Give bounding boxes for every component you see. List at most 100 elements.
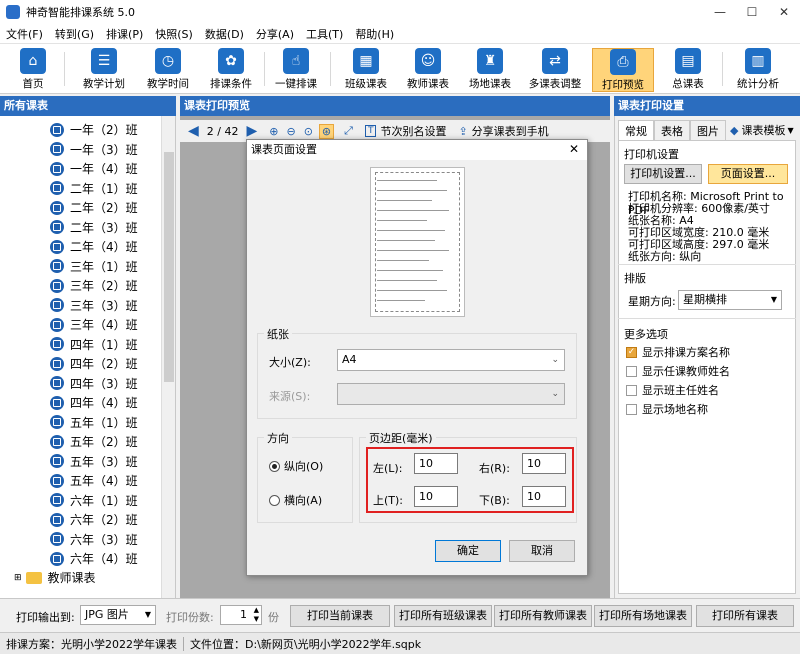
toolbar-home-button[interactable]: ⌂ 首页: [8, 48, 58, 92]
next-page-icon[interactable]: ▶: [246, 123, 257, 139]
tree-class-item[interactable]: 三年（1）班: [0, 257, 138, 276]
tree-class-item[interactable]: 六年（1）班: [0, 491, 138, 510]
toolbar-class-schedule-button[interactable]: ▦ 班级课表: [338, 48, 394, 92]
menu-tools[interactable]: 工具(T): [300, 26, 349, 42]
tree-class-item[interactable]: 四年（1）班: [0, 335, 138, 354]
menu-schedule[interactable]: 排课(P): [100, 26, 149, 42]
toolbar-plan-button[interactable]: ☰ 教学计划: [76, 48, 132, 92]
zoom-fit-icon[interactable]: ⊙: [304, 125, 313, 138]
checkbox-icon[interactable]: [626, 403, 637, 415]
portrait-label: 纵向(O): [284, 460, 324, 473]
copies-stepper[interactable]: 1 ▲ ▼: [220, 605, 262, 625]
tree-class-item[interactable]: 五年（4）班: [0, 471, 138, 490]
toolbar-print-preview-button[interactable]: ⎙ 打印预览: [592, 48, 654, 92]
checkbox-checked-icon[interactable]: ✓: [626, 346, 637, 358]
portrait-radio[interactable]: 纵向(O): [269, 458, 323, 474]
left-margin-input[interactable]: 10: [414, 453, 458, 474]
tab-table[interactable]: 表格: [654, 120, 690, 141]
radio-icon[interactable]: [269, 494, 280, 506]
tab-general[interactable]: 常规: [618, 120, 654, 141]
tree-class-item[interactable]: 四年（2）班: [0, 354, 138, 373]
tree-class-label: 四年（2）班: [70, 357, 138, 371]
tree-class-item[interactable]: 六年（3）班: [0, 530, 138, 549]
prev-page-icon[interactable]: ◀: [188, 123, 199, 139]
toolbar-one-click-button[interactable]: ☝ 一键排课: [268, 48, 324, 92]
zoom-out-icon[interactable]: ⊖: [286, 125, 295, 138]
option-show-head-teacher[interactable]: 显示班主任姓名: [626, 382, 719, 398]
tree-class-item[interactable]: 四年（3）班: [0, 374, 138, 393]
checkbox-icon[interactable]: [626, 384, 637, 396]
toolbar-multi-adjust-button[interactable]: ⇄ 多课表调整: [524, 48, 586, 92]
tree-class-item[interactable]: 三年（4）班: [0, 315, 138, 334]
tab-image[interactable]: 图片: [690, 120, 726, 141]
tree-class-item[interactable]: 一年（3）班: [0, 140, 138, 159]
print-all-button[interactable]: 打印所有课表: [696, 605, 794, 627]
tree-class-item[interactable]: 三年（3）班: [0, 296, 138, 315]
tree-class-item[interactable]: 六年（4）班: [0, 549, 138, 568]
print-all-classes-button[interactable]: 打印所有班级课表: [394, 605, 492, 627]
print-current-button[interactable]: 打印当前课表: [290, 605, 390, 627]
tree-class-item[interactable]: 四年（4）班: [0, 393, 138, 412]
tree-class-label: 三年（3）班: [70, 298, 138, 313]
checkbox-icon[interactable]: [626, 365, 637, 377]
landscape-radio[interactable]: 横向(A): [269, 492, 322, 508]
toolbar-venue-schedule-button[interactable]: ♜ 场地课表: [462, 48, 518, 92]
tree-teacher-node[interactable]: ⊞ 教师课表: [0, 568, 96, 587]
option-show-scheme-name[interactable]: ✓ 显示排课方案名称: [626, 344, 730, 360]
tree-class-item[interactable]: 五年（2）班: [0, 432, 138, 451]
fullscreen-icon[interactable]: ⤢: [344, 124, 353, 138]
spin-arrows-icon[interactable]: ▲ ▼: [254, 606, 259, 624]
weekday-direction-select[interactable]: 星期横排 ▼: [678, 290, 782, 310]
dialog-title: 课表页面设置: [247, 140, 587, 160]
zoom-actual-icon[interactable]: ⊛: [318, 123, 335, 139]
tree-scrollbar[interactable]: [161, 116, 175, 598]
menu-data[interactable]: 数据(D): [199, 26, 250, 42]
output-select[interactable]: JPG 图片 ▼: [80, 605, 156, 625]
page-setup-button[interactable]: 页面设置...: [708, 164, 788, 184]
toolbar-master-schedule-button[interactable]: ▤ 总课表: [660, 48, 716, 92]
menu-goto[interactable]: 转到(G): [49, 26, 100, 42]
menu-snapshot[interactable]: 快照(S): [149, 26, 199, 42]
template-dropdown[interactable]: ◆ 课表模板 ▼: [730, 122, 794, 138]
option-show-venue-name[interactable]: 显示场地名称: [626, 401, 708, 417]
print-all-venues-button[interactable]: 打印所有场地课表: [594, 605, 692, 627]
menu-share[interactable]: 分享(A): [250, 26, 300, 42]
print-all-teachers-button[interactable]: 打印所有教师课表: [494, 605, 592, 627]
expand-icon[interactable]: ⊞: [14, 573, 22, 583]
zoom-in-icon[interactable]: ⊕: [269, 125, 278, 138]
tree-class-item[interactable]: 五年（3）班: [0, 452, 138, 471]
tree-class-item[interactable]: 一年（2）班: [0, 120, 138, 139]
menu-help[interactable]: 帮助(H): [349, 26, 400, 42]
menu-file[interactable]: 文件(F): [0, 26, 49, 42]
alias-button[interactable]: T 节次别名设置: [364, 123, 446, 139]
dialog-close-icon[interactable]: ✕: [569, 142, 579, 156]
toolbar-teacher-schedule-button[interactable]: ☺ 教师课表: [400, 48, 456, 92]
copies-unit: 份: [268, 611, 279, 624]
top-margin-input[interactable]: 10: [414, 486, 458, 507]
maximize-button[interactable]: ☐: [736, 0, 768, 24]
paper-size-select[interactable]: A4 ⌄: [337, 349, 565, 371]
cancel-button[interactable]: 取消: [509, 540, 575, 562]
tree-class-item[interactable]: 二年（4）班: [0, 237, 138, 256]
tree-class-item[interactable]: 五年（1）班: [0, 413, 138, 432]
class-icon: [50, 259, 64, 273]
share-button[interactable]: ⇪ 分享课表到手机: [458, 123, 548, 139]
toolbar-conditions-button[interactable]: ✿ 排课条件: [203, 48, 259, 92]
toolbar-stats-button[interactable]: ▥ 统计分析: [730, 48, 786, 92]
tree-class-item[interactable]: 二年（2）班: [0, 198, 138, 217]
right-margin-input[interactable]: 10: [522, 453, 566, 474]
option-show-teacher-name[interactable]: 显示任课教师姓名: [626, 363, 730, 379]
tree-class-item[interactable]: 二年（3）班: [0, 218, 138, 237]
tree-class-item[interactable]: 二年（1）班: [0, 179, 138, 198]
printer-setup-button[interactable]: 打印机设置...: [624, 164, 702, 184]
tree-class-item[interactable]: 六年（2）班: [0, 510, 138, 529]
scrollbar-thumb[interactable]: [164, 152, 174, 382]
bottom-margin-input[interactable]: 10: [522, 486, 566, 507]
toolbar-time-button[interactable]: ◷ 教学时间: [140, 48, 196, 92]
close-button[interactable]: ✕: [768, 0, 800, 24]
radio-selected-icon[interactable]: [269, 460, 280, 472]
tree-class-item[interactable]: 三年（2）班: [0, 276, 138, 295]
ok-button[interactable]: 确定: [435, 540, 501, 562]
minimize-button[interactable]: —: [704, 0, 736, 24]
tree-class-item[interactable]: 一年（4）班: [0, 159, 138, 178]
